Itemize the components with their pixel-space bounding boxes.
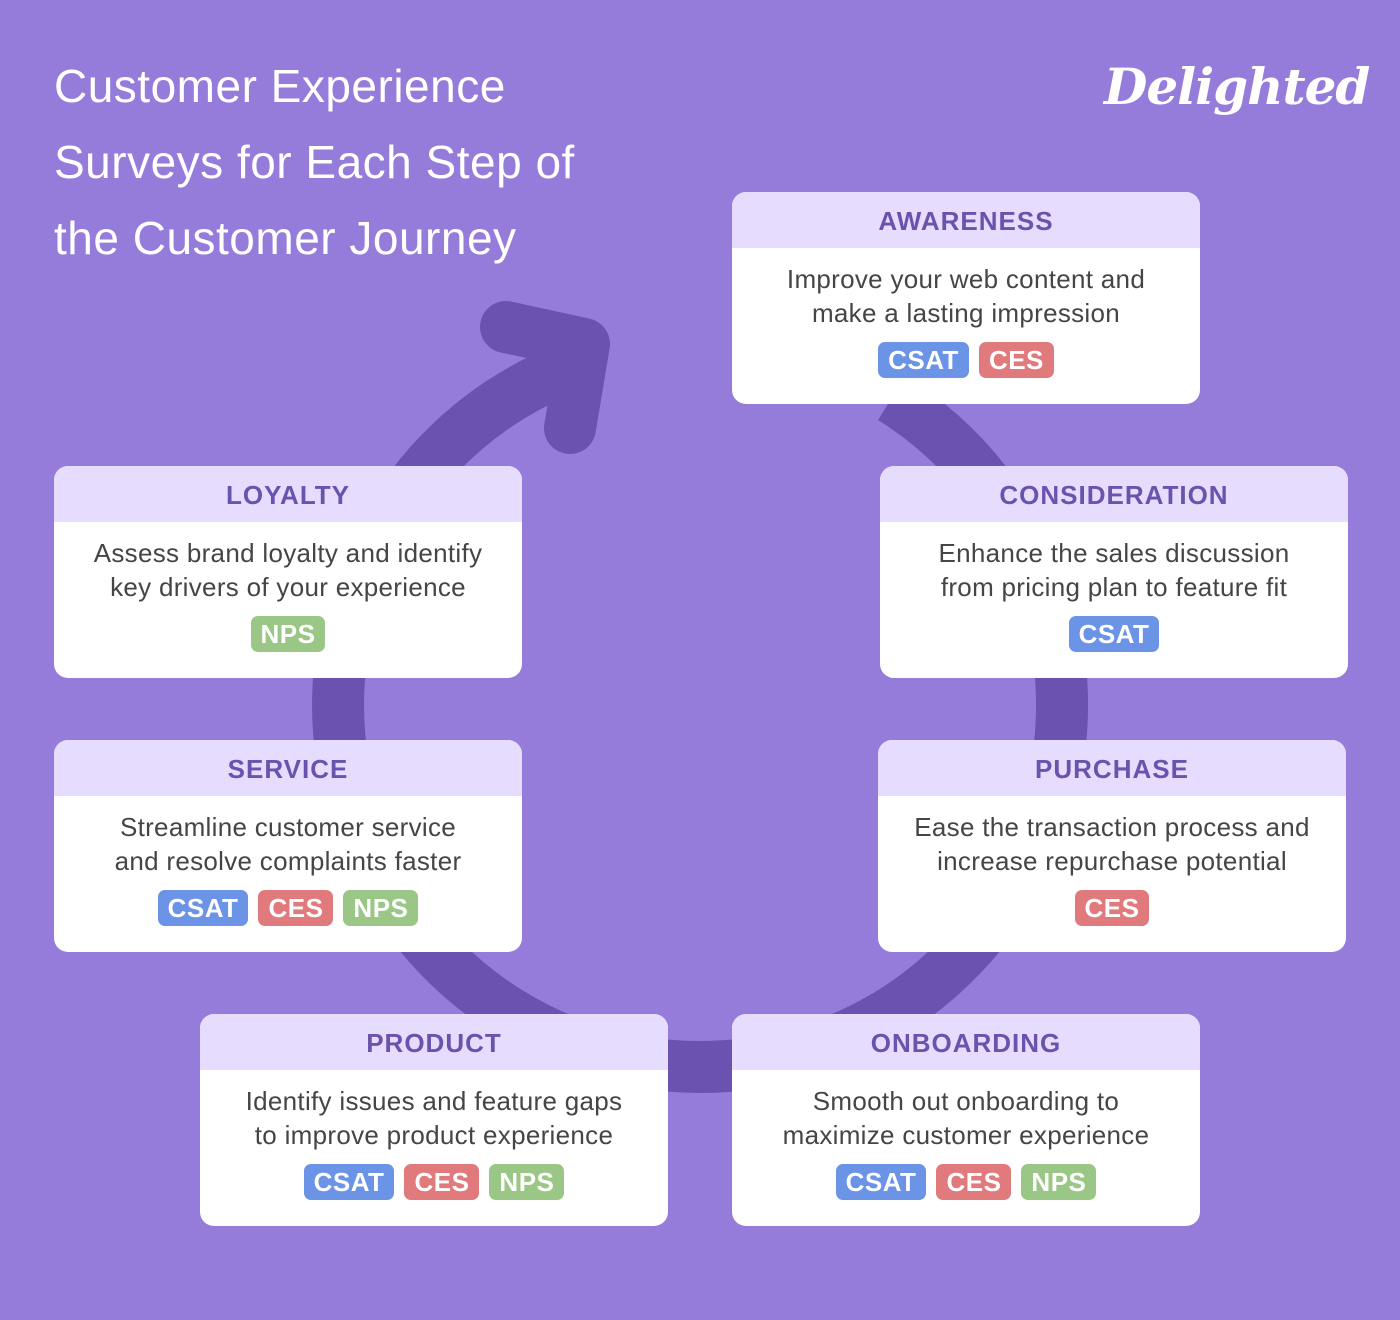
stage-card-loyalty: LOYALTY Assess brand loyalty and identify… <box>54 466 522 678</box>
description-line: Improve your web content and <box>786 264 1146 294</box>
stage-title: PURCHASE <box>878 740 1346 796</box>
survey-badges: CSAT CES NPS <box>732 1164 1200 1200</box>
delighted-logo: Delighted <box>1104 57 1370 116</box>
description-line: make a lasting impression <box>811 298 1121 328</box>
title-line: the Customer Journey <box>54 212 517 264</box>
stage-description: Streamline customer service and resolve c… <box>54 796 522 880</box>
description-line: increase repurchase potential <box>937 846 1287 876</box>
description-line: Smooth out onboarding to <box>812 1086 1120 1116</box>
description-line: Ease the transaction process and <box>914 812 1310 842</box>
description-line: Streamline customer service <box>119 812 457 842</box>
survey-badges: CSAT CES NPS <box>200 1164 668 1200</box>
stage-title: AWARENESS <box>732 192 1200 248</box>
stage-description: Ease the transaction process and increase… <box>878 796 1346 880</box>
stage-card-consideration: CONSIDERATION Enhance the sales discussio… <box>880 466 1348 678</box>
page-title: Customer Experience Surveys for Each Ste… <box>54 48 694 276</box>
survey-badges: NPS <box>54 616 522 652</box>
survey-badges: CES <box>878 890 1346 926</box>
stage-title: ONBOARDING <box>732 1014 1200 1070</box>
stage-description: Improve your web content and make a lasti… <box>732 248 1200 332</box>
stage-card-awareness: AWARENESS Improve your web content and mak… <box>732 192 1200 404</box>
title-line: Customer Experience <box>54 60 506 112</box>
survey-badge-nps: NPS <box>489 1164 565 1200</box>
stage-card-product: PRODUCT Identify issues and feature gaps t… <box>200 1014 668 1226</box>
stage-title: CONSIDERATION <box>880 466 1348 522</box>
survey-badge-nps: NPS <box>1021 1164 1097 1200</box>
title-line: Surveys for Each Step of <box>54 136 575 188</box>
stage-title: LOYALTY <box>54 466 522 522</box>
survey-badge-nps: NPS <box>343 890 419 926</box>
survey-badge-ces: CES <box>258 890 334 926</box>
stage-title: SERVICE <box>54 740 522 796</box>
description-line: from pricing plan to feature fit <box>940 572 1288 602</box>
survey-badge-ces: CES <box>404 1164 480 1200</box>
description-line: maximize customer experience <box>782 1120 1150 1150</box>
stage-title: PRODUCT <box>200 1014 668 1070</box>
survey-badge-csat: CSAT <box>1068 616 1160 652</box>
survey-badge-ces: CES <box>936 1164 1012 1200</box>
survey-badges: CSAT <box>880 616 1348 652</box>
survey-badge-ces: CES <box>978 342 1054 378</box>
description-line: key drivers of your experience <box>110 572 466 602</box>
survey-badge-csat: CSAT <box>878 342 969 378</box>
stage-card-purchase: PURCHASE Ease the transaction process and… <box>878 740 1346 952</box>
survey-badge-csat: CSAT <box>157 890 249 926</box>
description-line: Assess brand loyalty and identify <box>93 538 483 568</box>
stage-description: Identify issues and feature gaps to impro… <box>200 1070 668 1154</box>
description-line: Identify issues and feature gaps <box>245 1086 623 1116</box>
survey-badge-ces: CES <box>1074 890 1150 926</box>
stage-description: Assess brand loyalty and identify key dri… <box>54 522 522 606</box>
stage-description: Enhance the sales discussion from pricing… <box>880 522 1348 606</box>
survey-badge-csat: CSAT <box>303 1164 395 1200</box>
stage-description: Smooth out onboarding to maximize custome… <box>732 1070 1200 1154</box>
description-line: to improve product experience <box>254 1120 614 1150</box>
survey-badge-nps: NPS <box>250 616 326 652</box>
description-line: Enhance the sales discussion <box>938 538 1290 568</box>
survey-badges: CSAT CES <box>732 342 1200 378</box>
description-line: and resolve complaints faster <box>114 846 462 876</box>
stage-card-service: SERVICE Streamline customer service and re… <box>54 740 522 952</box>
survey-badge-csat: CSAT <box>835 1164 927 1200</box>
stage-card-onboarding: ONBOARDING Smooth out onboarding to maximi… <box>732 1014 1200 1226</box>
survey-badges: CSAT CES NPS <box>54 890 522 926</box>
